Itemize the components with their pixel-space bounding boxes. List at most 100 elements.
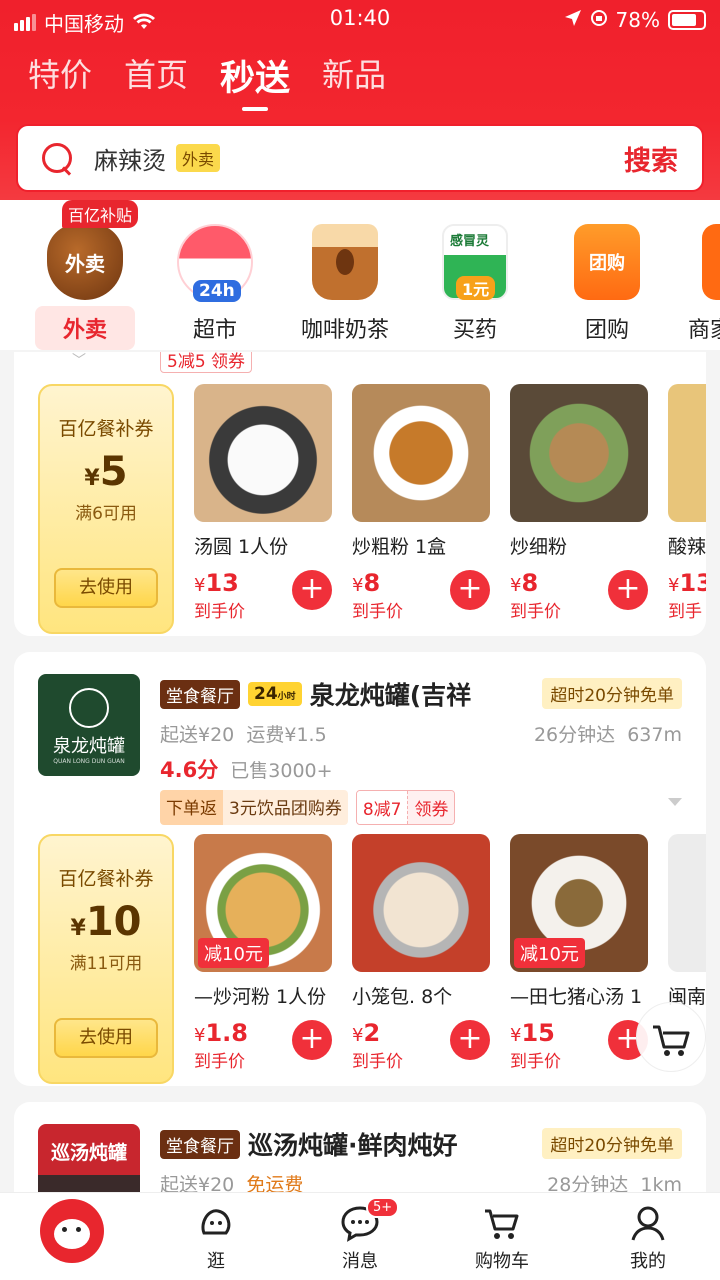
rating-score: 4.6分 (160, 758, 219, 782)
category-coffee-tea[interactable]: 咖啡奶茶 (280, 224, 410, 344)
nav-label: 购物车 (475, 1251, 529, 1272)
coupon-value: ¥10 (40, 899, 172, 945)
24h-badge-number: 24 (254, 684, 278, 704)
battery-percent: 78% (615, 8, 660, 32)
dragon-logo-icon (69, 688, 109, 728)
price-value: 1.8 (205, 1019, 248, 1047)
add-to-cart-button[interactable]: + (450, 570, 490, 610)
category-row: 外卖 外卖 百亿补贴 24h 超市 咖啡奶茶 感冒灵 1元 买药 团购 团购 商… (0, 200, 720, 350)
rating-row: 4.6分 已售3000+ (160, 754, 333, 784)
price-value: 8 (521, 569, 539, 597)
search-bar[interactable]: 麻辣烫 外卖 搜索 (16, 124, 704, 192)
group-buy-icon: 团购 (574, 224, 640, 300)
add-to-cart-button[interactable]: + (450, 1020, 490, 1060)
category-supermarket[interactable]: 24h 超市 (150, 224, 280, 344)
shop-title-row: 堂食餐厅 24小时 泉龙炖罐(吉祥 (160, 676, 471, 712)
product-image (352, 384, 490, 522)
min-order: 起送¥20 (160, 724, 235, 746)
product-item[interactable]: 闽南 (668, 834, 706, 1009)
coupon-amount: 5 (99, 449, 128, 495)
add-to-cart-button[interactable]: + (292, 570, 332, 610)
product-item[interactable]: 减10元 —田七猪心汤 1 ¥15 到手价 + (510, 834, 650, 1072)
expand-caret-icon[interactable] (668, 798, 682, 806)
coupon-condition: 满6可用 (75, 504, 137, 524)
shop-card[interactable]: 5减5 领券 百亿餐补券 ¥5 满6可用 去使用 汤圆 1人份 ¥13 到手价 … (14, 352, 706, 636)
delivery-fee: 运费¥1.5 (246, 724, 327, 746)
browse-icon (196, 1203, 236, 1243)
search-button[interactable]: 搜索 (624, 139, 678, 178)
category-label: 买药 (452, 318, 497, 343)
shop-logo-subtitle: QUAN LONG DUN GUAN (53, 758, 125, 765)
late-free-badge: 超时20分钟免单 (542, 678, 682, 709)
category-takeout[interactable]: 外卖 外卖 (20, 224, 150, 350)
chevron-down-icon[interactable]: ﹀ (72, 350, 96, 369)
takeout-icon: 外卖 (47, 224, 123, 300)
use-coupon-button[interactable]: 去使用 (54, 1018, 158, 1058)
product-name: 小笼包. 8个 (352, 986, 453, 1008)
tab-special[interactable]: 特价 (28, 50, 92, 101)
min-order: 起送¥20 (160, 1174, 235, 1192)
shop-logo: 巡汤炖罐 (38, 1124, 140, 1192)
shop-card[interactable]: 巡汤炖罐 堂食餐厅 巡汤炖罐·鲜肉炖好 超时20分钟免单 起送¥20 免运费 2… (14, 1102, 706, 1192)
meal-coupon[interactable]: 百亿餐补券 ¥10 满11可用 去使用 (38, 834, 174, 1084)
coupon-value: ¥5 (40, 449, 172, 495)
claim-coupon-link[interactable]: 领券 (407, 791, 455, 824)
shop-name: 泉龙炖罐(吉祥 (309, 681, 472, 710)
nav-browse[interactable]: 逛 (166, 1203, 266, 1273)
add-to-cart-button[interactable]: + (292, 1020, 332, 1060)
product-name: 汤圆 1人份 (194, 536, 289, 558)
battery-icon (668, 10, 706, 30)
nav-home[interactable] (22, 1199, 122, 1263)
distance: 637m (627, 724, 682, 746)
subsidy-badge: 百亿补贴 (62, 200, 139, 228)
nav-messages[interactable]: 5+ 消息 (310, 1197, 410, 1273)
dine-in-badge: 堂食餐厅 (160, 679, 240, 709)
price-value: 2 (363, 1019, 381, 1047)
price-value: 15 (521, 1019, 555, 1047)
promo-return[interactable]: 下单返 3元饮品团购券 (160, 790, 348, 825)
store-icon-text: 24h (193, 280, 241, 302)
distance: 1km (640, 1174, 682, 1192)
tab-home[interactable]: 首页 (124, 50, 188, 101)
delivery-info: 起送¥20 运费¥1.5 (160, 720, 327, 747)
search-input[interactable]: 麻辣烫 (94, 141, 166, 176)
product-name: 炒粗粉 1盒 (352, 536, 447, 558)
product-item[interactable]: 酸辣 ¥13 到手 (668, 384, 706, 622)
bottom-nav: 逛 5+ 消息 购物车 我的 (0, 1192, 720, 1280)
product-item[interactable]: 炒粗粉 1盒 ¥8 到手价 + (352, 384, 492, 622)
search-icon (40, 141, 74, 175)
category-medicine[interactable]: 感冒灵 1元 买药 (410, 224, 540, 344)
category-merchant[interactable]: 商家 (672, 224, 720, 344)
delivery-time: 26分钟达 637m (534, 720, 682, 747)
group-buy-icon-text: 团购 (589, 253, 625, 274)
shop-card[interactable]: 泉龙炖罐 QUAN LONG DUN GUAN 堂食餐厅 24小时 泉龙炖罐(吉… (14, 652, 706, 1086)
coupon-currency: ¥ (70, 916, 86, 941)
floating-cart-button[interactable] (636, 1002, 706, 1072)
product-item[interactable]: 汤圆 1人份 ¥13 到手价 + (194, 384, 334, 622)
discount-badge: 减10元 (514, 938, 585, 968)
product-name: —炒河粉 1人份 (194, 986, 327, 1008)
shop-logo: 泉龙炖罐 QUAN LONG DUN GUAN (38, 674, 140, 776)
product-image (194, 384, 332, 522)
nav-label: 我的 (630, 1251, 666, 1272)
tab-new[interactable]: 新品 (322, 50, 386, 101)
nav-cart[interactable]: 购物车 (452, 1203, 552, 1273)
use-coupon-button[interactable]: 去使用 (54, 568, 158, 608)
product-item[interactable]: 小笼包. 8个 ¥2 到手价 + (352, 834, 492, 1072)
product-image: 减10元 (510, 834, 648, 972)
promo-discount[interactable]: 8减7 领券 (355, 790, 456, 825)
product-image (668, 384, 706, 522)
category-label: 商家 (688, 318, 720, 343)
product-image: 减10元 (194, 834, 332, 972)
promo-return-label: 下单返 (160, 790, 223, 825)
category-group-buy[interactable]: 团购 团购 (542, 224, 672, 344)
location-icon (564, 8, 582, 32)
product-item[interactable]: 减10元 —炒河粉 1人份 ¥1.8 到手价 + (194, 834, 334, 1072)
coupon-promo[interactable]: 5减5 领券 (160, 352, 253, 373)
profile-icon (628, 1203, 668, 1243)
nav-profile[interactable]: 我的 (598, 1203, 698, 1273)
meal-coupon[interactable]: 百亿餐补券 ¥5 满6可用 去使用 (38, 384, 174, 634)
product-item[interactable]: 炒细粉 ¥8 到手价 + (510, 384, 650, 622)
tab-instant-delivery[interactable]: 秒送 (220, 50, 290, 111)
add-to-cart-button[interactable]: + (608, 570, 648, 610)
